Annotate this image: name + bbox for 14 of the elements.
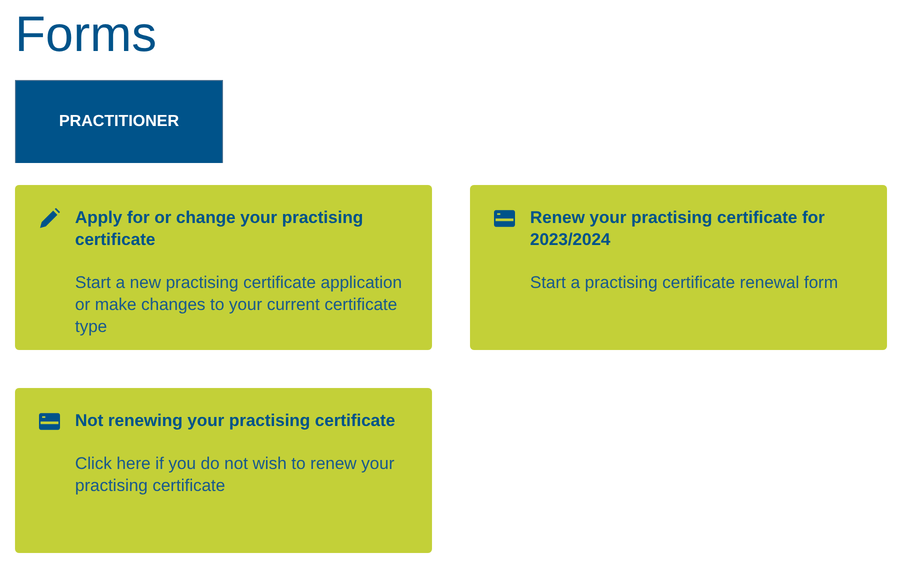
page-title: Forms bbox=[15, 5, 158, 64]
card-title: Renew your practising certificate for 2023/2024 bbox=[530, 207, 826, 251]
form-card[interactable]: Renew your practising certificate for 2023/2024 Start a practising certificate renewal form bbox=[470, 185, 887, 350]
pencil-icon bbox=[39, 208, 60, 229]
card-title: Apply for or change your practising certificate bbox=[75, 207, 364, 251]
card-icon bbox=[494, 208, 515, 229]
card-title: Not renewing your practising certificate bbox=[75, 410, 396, 432]
card-description: Start a new practising certificate application or make changes to your current certificate type bbox=[75, 272, 403, 338]
card-description: Click here if you do not wish to renew your practising certificate bbox=[75, 453, 396, 497]
form-card[interactable]: Apply for or change your practising certificate Start a new practising certificate application or make changes to your current certificate type bbox=[15, 185, 432, 350]
card-description: Start a practising certificate renewal form bbox=[530, 272, 840, 294]
form-card[interactable]: Not renewing your practising certificate Click here if you do not wish to renew your practising certificate bbox=[15, 388, 432, 553]
tab[interactable]: PRACTITIONER bbox=[15, 80, 223, 163]
card-icon bbox=[39, 411, 60, 432]
